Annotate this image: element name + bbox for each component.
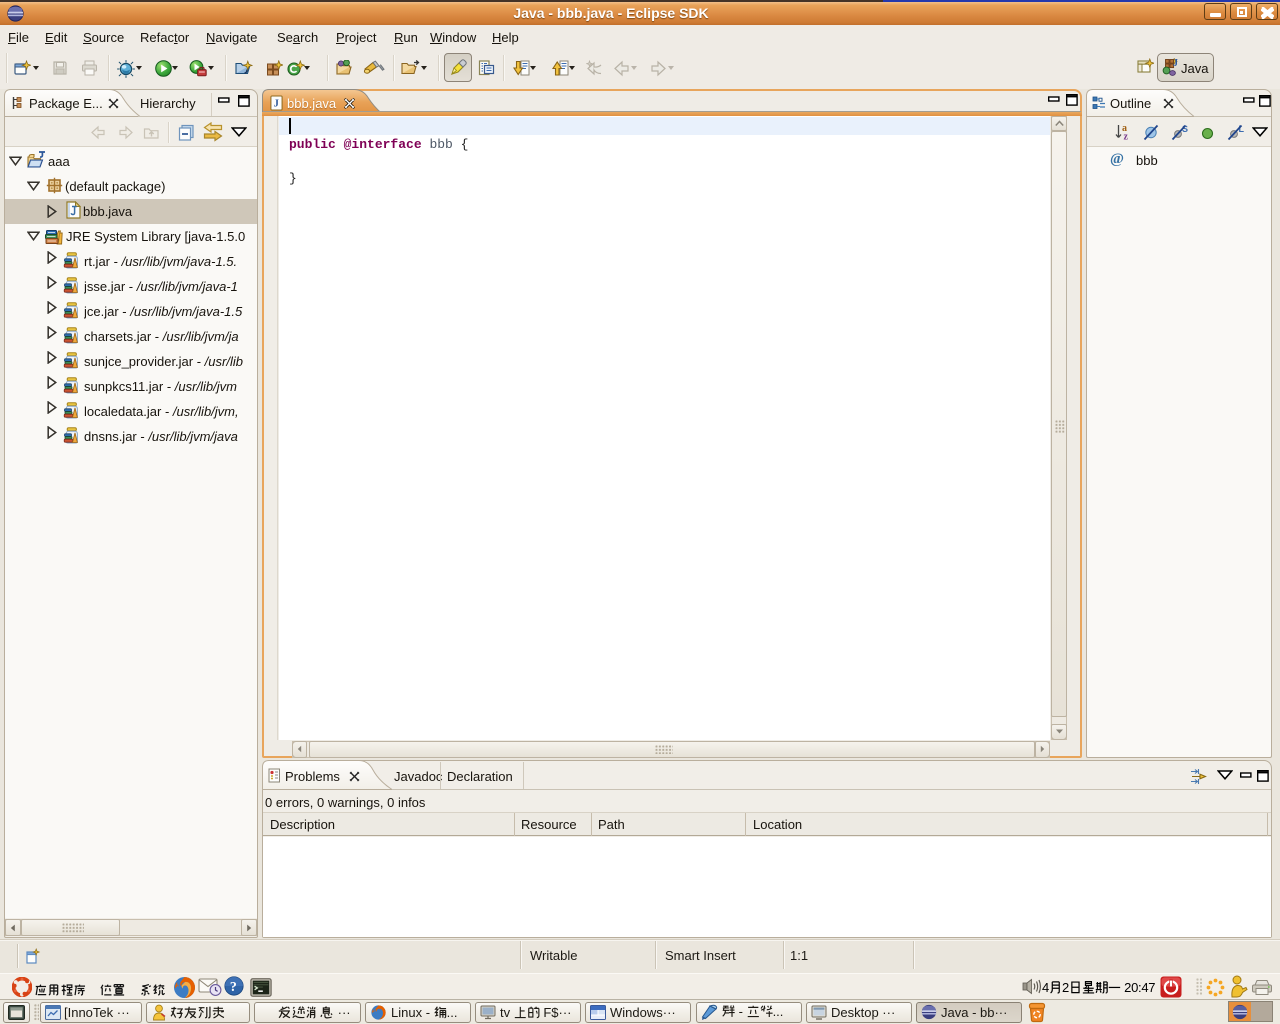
svg-text:J: J	[274, 99, 279, 110]
svg-text:z: z	[1124, 132, 1129, 142]
svg-text:J: J	[1173, 58, 1178, 69]
svg-text:?: ?	[230, 980, 237, 995]
